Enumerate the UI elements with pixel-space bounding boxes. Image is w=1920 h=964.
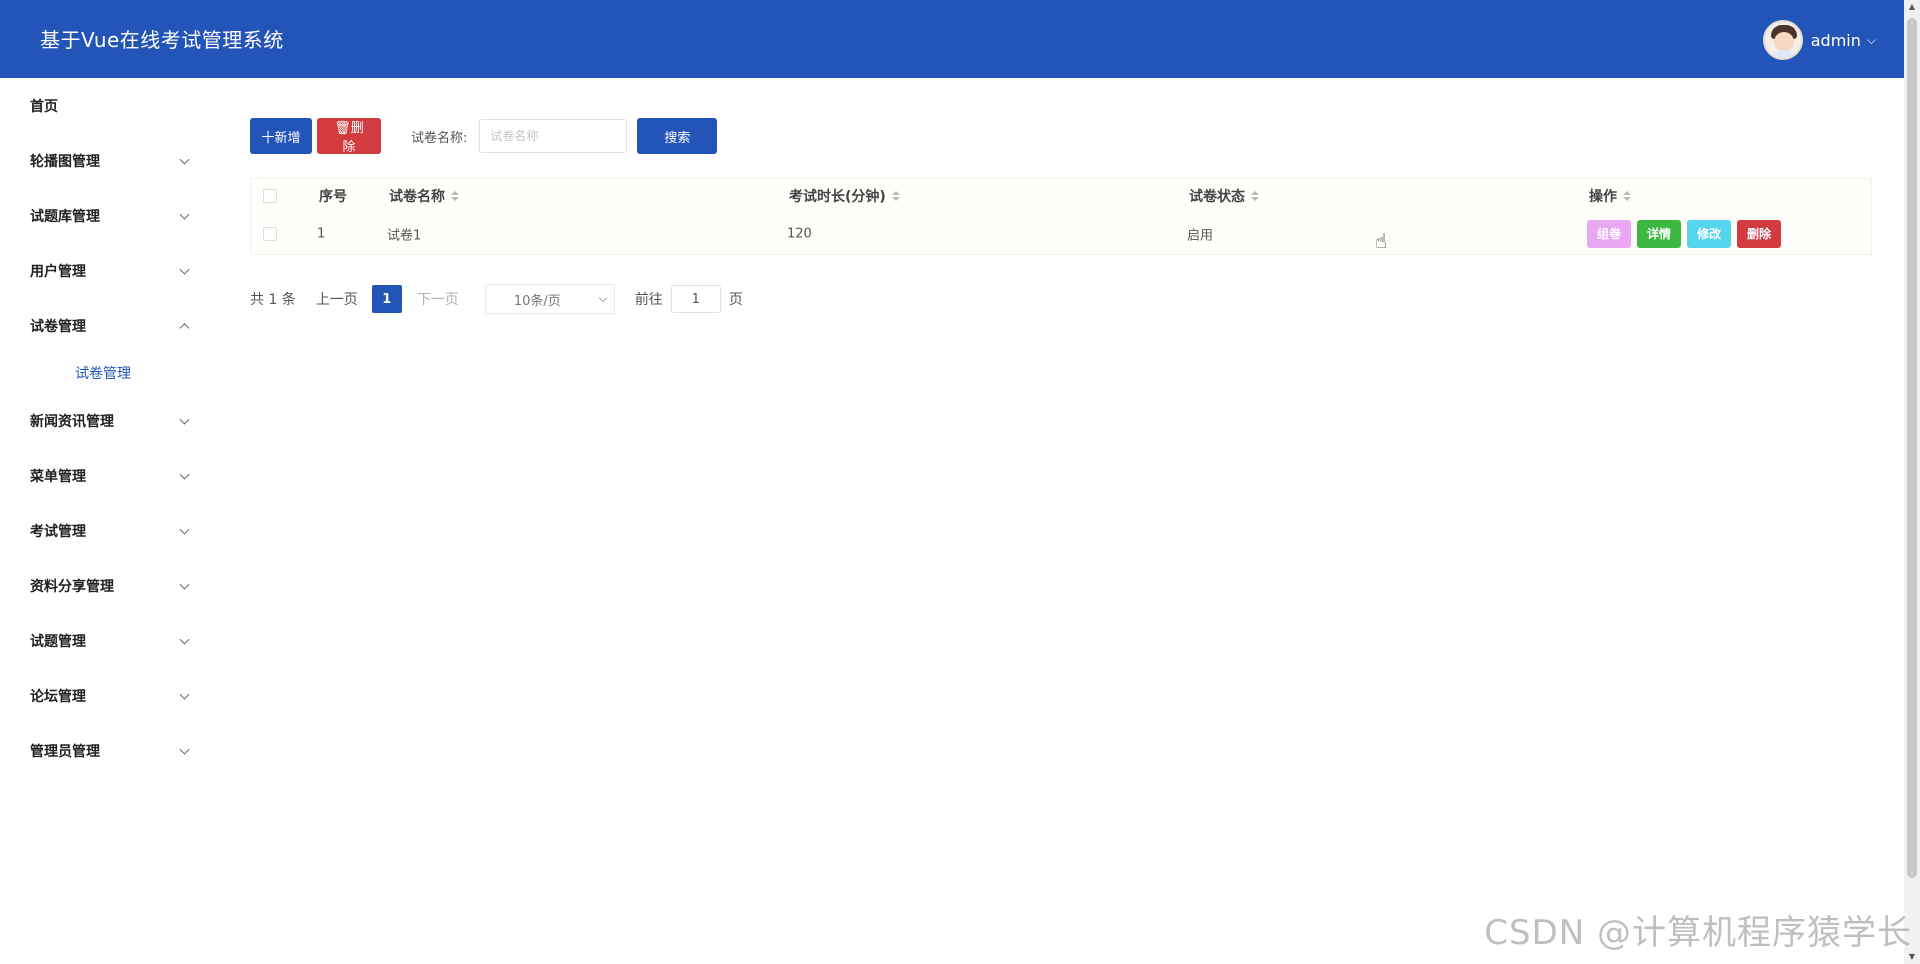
watermark: CSDN @计算机程序猿学长 bbox=[1484, 913, 1912, 953]
chevron-down-icon bbox=[179, 634, 190, 645]
cell-duration: 120 bbox=[787, 226, 812, 241]
header-name[interactable]: 试卷名称 bbox=[389, 186, 459, 206]
chevron-down-icon bbox=[179, 264, 190, 275]
papers-table: 序号 试卷名称 考试时长(分钟) 试卷状态 操作 1 试卷1 120 启用 组卷… bbox=[250, 178, 1872, 255]
chevron-down-icon bbox=[179, 469, 190, 480]
header-duration[interactable]: 考试时长(分钟) bbox=[789, 186, 900, 206]
user-name[interactable]: admin bbox=[1811, 31, 1861, 50]
delete-button[interactable]: 🗑删除 bbox=[317, 118, 381, 155]
sidebar-item-resources[interactable]: 资料分享管理 bbox=[0, 558, 210, 613]
sidebar-item-question-bank[interactable]: 试题库管理 bbox=[0, 188, 210, 243]
cell-index: 1 bbox=[317, 226, 326, 241]
chevron-down-icon bbox=[179, 414, 190, 425]
remove-button[interactable]: 删除 bbox=[1737, 219, 1781, 248]
sidebar-item-label: 首页 bbox=[30, 98, 58, 115]
sort-icon[interactable] bbox=[451, 191, 459, 201]
sidebar-item-label: 试题库管理 bbox=[30, 208, 100, 225]
scroll-up-icon[interactable]: ▲ bbox=[1908, 2, 1916, 12]
top-bar: 基于Vue在线考试管理系统 admin ⌵ bbox=[0, 0, 1904, 78]
row-actions: 组卷 详情 修改 删除 bbox=[1587, 219, 1787, 248]
sidebar-item-menus[interactable]: 菜单管理 bbox=[0, 448, 210, 503]
chevron-down-icon bbox=[179, 744, 190, 755]
sort-icon[interactable] bbox=[1251, 191, 1259, 201]
sidebar-subitem-label: 试卷管理 bbox=[75, 366, 131, 382]
next-page-button[interactable]: 下一页 bbox=[417, 289, 459, 309]
goto-label: 前往 bbox=[634, 292, 663, 308]
sidebar-item-label: 试题管理 bbox=[30, 633, 86, 650]
page-number-button[interactable]: 1 bbox=[371, 285, 402, 313]
edit-button[interactable]: 修改 bbox=[1687, 219, 1731, 248]
sidebar-item-label: 考试管理 bbox=[30, 523, 86, 540]
scroll-thumb[interactable] bbox=[1907, 18, 1917, 878]
user-menu[interactable]: admin ⌵ bbox=[1762, 20, 1876, 60]
pagination: 共 1 条 上一页 1 下一页 10条/页 前往 页 bbox=[250, 284, 743, 314]
sidebar-item-label: 菜单管理 bbox=[30, 468, 86, 485]
chevron-down-icon bbox=[179, 579, 190, 590]
sidebar-item-label: 新闻资讯管理 bbox=[30, 413, 114, 430]
chevron-up-icon bbox=[179, 322, 190, 333]
header-status[interactable]: 试卷状态 bbox=[1189, 186, 1259, 206]
chevron-down-icon bbox=[598, 293, 608, 303]
pagination-total: 共 1 条 bbox=[250, 292, 296, 308]
chevron-down-icon[interactable]: ⌵ bbox=[1867, 33, 1876, 48]
chevron-down-icon bbox=[179, 209, 190, 220]
cell-status: 启用 bbox=[1187, 228, 1214, 243]
header-actions[interactable]: 操作 bbox=[1589, 186, 1631, 206]
compose-button[interactable]: 组卷 bbox=[1587, 219, 1631, 248]
cell-name: 试卷1 bbox=[387, 228, 422, 243]
search-button[interactable]: 搜索 bbox=[637, 118, 718, 154]
chevron-down-icon bbox=[179, 524, 190, 535]
sidebar-item-news[interactable]: 新闻资讯管理 bbox=[0, 393, 210, 448]
sidebar: 首页 轮播图管理 试题库管理 用户管理 试卷管理 试卷管理 新闻资讯管理 菜单管… bbox=[0, 78, 210, 964]
page-size-select[interactable]: 10条/页 bbox=[484, 284, 615, 314]
sort-icon[interactable] bbox=[891, 191, 900, 201]
sidebar-item-label: 用户管理 bbox=[30, 263, 86, 280]
goto-page-input[interactable] bbox=[670, 285, 721, 313]
page-suffix: 页 bbox=[728, 292, 743, 308]
sidebar-item-label: 试卷管理 bbox=[30, 318, 86, 335]
hand-cursor-icon: ☝ bbox=[1375, 229, 1388, 253]
sidebar-item-home[interactable]: 首页 bbox=[0, 78, 210, 133]
row-checkbox[interactable] bbox=[263, 226, 277, 241]
sidebar-item-papers[interactable]: 试卷管理 bbox=[0, 298, 210, 353]
sidebar-item-admins[interactable]: 管理员管理 bbox=[0, 723, 210, 778]
add-button[interactable]: 十新增 bbox=[250, 118, 312, 154]
sidebar-item-label: 资料分享管理 bbox=[30, 578, 114, 595]
sidebar-item-label: 轮播图管理 bbox=[30, 153, 100, 170]
sidebar-item-label: 管理员管理 bbox=[30, 743, 100, 760]
header-index: 序号 bbox=[319, 189, 347, 205]
search-label: 试卷名称: bbox=[411, 130, 468, 146]
table-header-row: 序号 试卷名称 考试时长(分钟) 试卷状态 操作 bbox=[251, 179, 1871, 213]
sidebar-item-questions[interactable]: 试题管理 bbox=[0, 613, 210, 668]
sort-icon[interactable] bbox=[1623, 191, 1631, 201]
chevron-down-icon bbox=[179, 689, 190, 700]
sidebar-subitem-papers[interactable]: 试卷管理 bbox=[0, 353, 210, 393]
detail-button[interactable]: 详情 bbox=[1637, 219, 1681, 248]
sidebar-item-carousel[interactable]: 轮播图管理 bbox=[0, 133, 210, 188]
sidebar-item-users[interactable]: 用户管理 bbox=[0, 243, 210, 298]
sidebar-item-forum[interactable]: 论坛管理 bbox=[0, 668, 210, 723]
avatar[interactable] bbox=[1762, 20, 1803, 60]
toolbar: 十新增 🗑删除 试卷名称: 搜索 bbox=[250, 118, 718, 155]
page-scrollbar[interactable]: ▲ ▼ bbox=[1904, 0, 1920, 964]
search-input[interactable] bbox=[479, 119, 628, 153]
chevron-down-icon bbox=[179, 154, 190, 165]
table-row: 1 试卷1 120 启用 组卷 详情 修改 删除 bbox=[251, 213, 1871, 254]
prev-page-button[interactable]: 上一页 bbox=[316, 289, 358, 309]
app-title: 基于Vue在线考试管理系统 bbox=[40, 28, 284, 52]
sidebar-item-exams[interactable]: 考试管理 bbox=[0, 503, 210, 558]
sidebar-item-label: 论坛管理 bbox=[30, 688, 86, 705]
select-all-checkbox[interactable] bbox=[263, 189, 277, 203]
